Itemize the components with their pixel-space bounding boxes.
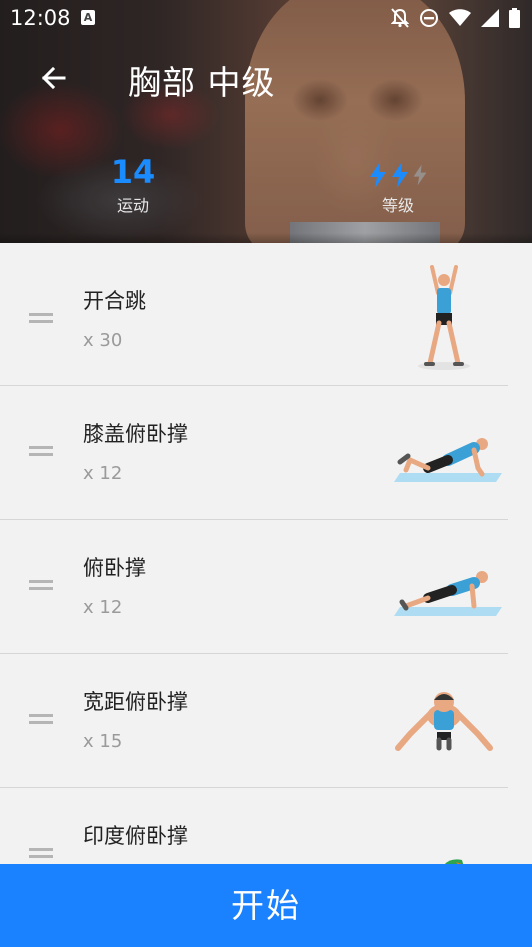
page-title: 胸部 中级 (128, 63, 276, 102)
battery-icon (509, 8, 520, 28)
list-item[interactable]: 宽距俯卧撑 x 15 (0, 654, 508, 788)
exercise-list: 开合跳 x 30 膝盖俯卧撑 x 12 俯卧撑 x 12 宽距俯卧撑 x 15 … (0, 253, 532, 922)
exercise-name: 膝盖俯卧撑 (83, 422, 188, 446)
pushup-figure (394, 571, 502, 616)
exercise-reps: x 12 (83, 463, 123, 484)
signal-icon (481, 9, 499, 27)
back-button[interactable] (36, 60, 72, 96)
exercise-name: 宽距俯卧撑 (83, 690, 188, 714)
drag-handle-icon[interactable] (29, 446, 53, 460)
exercise-count-stat: 14 运动 (100, 154, 166, 216)
drag-handle-icon[interactable] (29, 313, 53, 327)
arrow-left-icon (41, 66, 66, 90)
bolt-icon (370, 162, 386, 188)
notification-app-icon: A (81, 10, 95, 25)
level-stat: 等级 (362, 160, 434, 216)
wifi-icon (449, 9, 471, 26)
drag-handle-icon[interactable] (29, 580, 53, 594)
bolt-icon (392, 162, 408, 188)
status-bar: 12:08 A (0, 0, 532, 36)
status-time: 12:08 (10, 6, 71, 30)
exercise-name: 开合跳 (83, 289, 146, 313)
bolt-icon-empty (413, 164, 427, 186)
start-button[interactable]: 开始 (0, 864, 532, 947)
do-not-disturb-icon (420, 9, 438, 27)
exercise-count-label: 运动 (116, 196, 149, 215)
level-label: 等级 (381, 196, 414, 215)
mute-icon (391, 8, 409, 28)
exercise-reps: x 15 (83, 731, 123, 752)
exercise-count-value: 14 (110, 153, 156, 191)
exercise-reps: x 30 (83, 330, 123, 351)
list-item[interactable]: 膝盖俯卧撑 x 12 (0, 386, 508, 520)
exercise-name: 印度俯卧撑 (83, 824, 188, 848)
drag-handle-icon[interactable] (29, 848, 53, 862)
list-item[interactable]: 开合跳 x 30 (0, 253, 508, 386)
exercise-reps: x 12 (83, 597, 123, 618)
level-rating (362, 160, 434, 190)
header-hero-image (0, 0, 532, 243)
list-item[interactable]: 俯卧撑 x 12 (0, 520, 508, 654)
exercise-name: 俯卧撑 (83, 556, 146, 580)
jumping-jacks-figure (418, 265, 470, 370)
drag-handle-icon[interactable] (29, 714, 53, 728)
wide-pushup-figure (395, 692, 493, 751)
knee-pushup-figure (394, 438, 502, 482)
